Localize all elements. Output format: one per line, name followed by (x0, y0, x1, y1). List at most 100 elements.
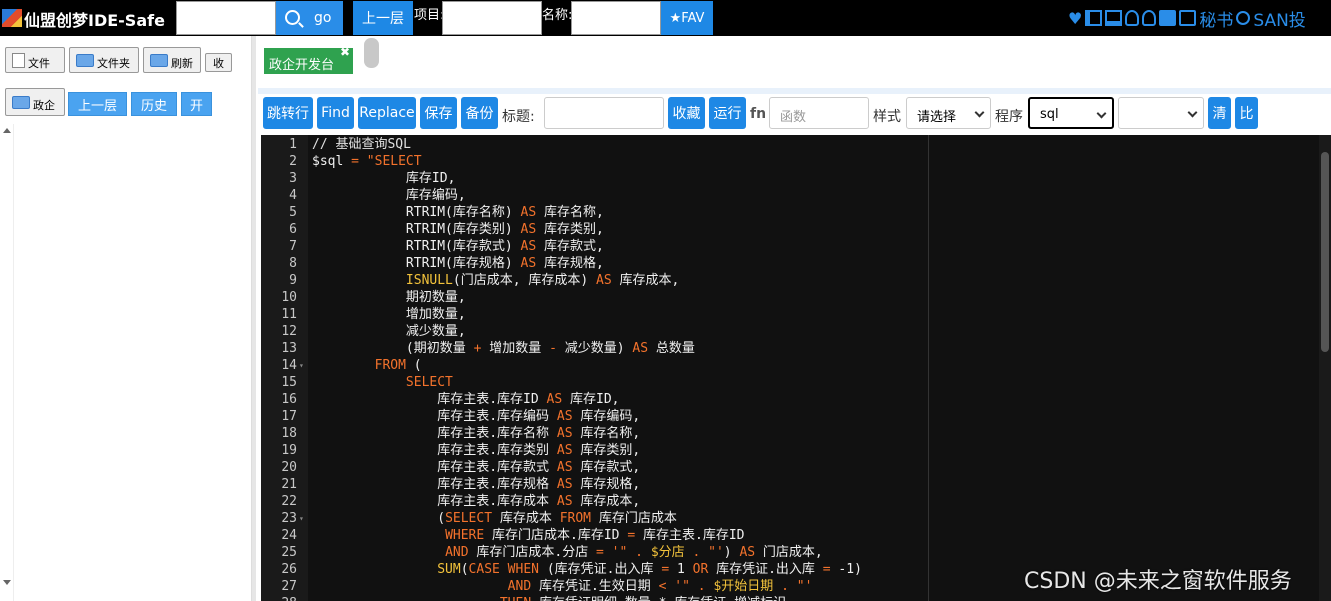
scroll-up-icon[interactable] (3, 128, 11, 133)
code-line[interactable]: 2 $sql = "SELECT (261, 153, 1319, 170)
code-line[interactable]: 17 库存主表.库存编码 AS 库存编码, (261, 408, 1319, 425)
san-link[interactable]: SAN投 (1253, 6, 1305, 31)
top-search-input[interactable] (176, 1, 276, 35)
user-alt-icon[interactable] (1142, 10, 1157, 26)
code-line[interactable]: 23 ▾ (SELECT 库存成本 FROM 库存门店成本 (261, 510, 1319, 527)
code-line[interactable]: 25 AND 库存门店成本.分店 = '" . $分店 . "') AS 门店成… (261, 544, 1319, 561)
sidebar-up-level-button[interactable]: 上一层 (68, 92, 127, 116)
function-input[interactable]: 函数 (769, 97, 869, 129)
find-button[interactable]: Find (317, 97, 354, 129)
code-line[interactable]: 6 RTRIM(库存类别) AS 库存类别, (261, 221, 1319, 238)
code-token: 门店成本, (755, 545, 823, 560)
code-line[interactable]: 1 // 基础查询SQL (261, 136, 1319, 153)
replace-button[interactable]: Replace (358, 97, 416, 129)
tab-scrollbar[interactable] (364, 38, 379, 68)
refresh-button[interactable]: 刷新 (143, 47, 201, 73)
code-text: AND 库存凭证.生效日期 < '" . $开始日期 . "' (307, 578, 813, 595)
top-up-level-button[interactable]: 上一层 (353, 1, 413, 35)
panel-splitter[interactable] (252, 36, 256, 601)
code-line[interactable]: 13 (期初数量 + 增加数量 - 减少数量) AS 总数量 (261, 340, 1319, 357)
folder-icon[interactable] (1159, 10, 1177, 26)
code-line[interactable]: 12 减少数量, (261, 323, 1319, 340)
code-line[interactable]: 5 RTRIM(库存名称) AS 库存名称, (261, 204, 1319, 221)
fav-button[interactable]: ★FAV (661, 1, 713, 35)
new-folder-button[interactable]: 文件夹 (69, 47, 139, 73)
code-token: 总数量 (648, 341, 695, 356)
history-button[interactable]: 历史 (131, 92, 177, 116)
jump-line-button[interactable]: 跳转行 (263, 97, 313, 129)
tab-close-icon[interactable]: ✖ (340, 45, 350, 59)
new-file-button[interactable]: 文件 (5, 47, 65, 73)
open-button[interactable]: 开 (181, 92, 212, 116)
line-number: 9 (289, 273, 297, 288)
code-token: RTRIM(库存规格) (312, 256, 521, 271)
code-token: ( (312, 511, 446, 526)
code-text: 增加数量, (307, 306, 466, 323)
code-content[interactable]: 1// 基础查询SQL 2 $sql = "SELECT 3 库存ID, 4 库存编码,… (261, 135, 1319, 601)
code-line[interactable]: 4 库存编码, (261, 187, 1319, 204)
name-label: 名称: (542, 8, 573, 23)
code-line[interactable]: 3 库存ID, (261, 170, 1319, 187)
layout-left-icon[interactable] (1085, 10, 1103, 26)
code-line[interactable]: 16 库存主表.库存ID AS 库存ID, (261, 391, 1319, 408)
chevron-down-icon (1096, 108, 1107, 119)
collapse-button[interactable]: 收 (205, 53, 232, 72)
title-input[interactable] (544, 97, 664, 129)
code-line[interactable]: 10 期初数量, (261, 289, 1319, 306)
code-line[interactable]: 19 库存主表.库存类别 AS 库存类别, (261, 442, 1319, 459)
code-text: 库存主表.库存编码 AS 库存编码, (307, 408, 640, 425)
scroll-down-icon[interactable] (3, 580, 11, 585)
refresh-label: 刷新 (171, 57, 193, 70)
save-button[interactable]: 保存 (420, 97, 457, 129)
code-line[interactable]: 9 ISNULL(门店成本, 库存成本) AS 库存成本, (261, 272, 1319, 289)
briefcase-icon[interactable] (1179, 10, 1197, 26)
code-token: AS (556, 426, 573, 441)
code-text: SELECT (307, 374, 453, 391)
secretary-link[interactable]: 秘书 (1199, 6, 1233, 31)
heart-icon[interactable]: ♥ (1068, 9, 1082, 28)
search-icon[interactable] (1236, 11, 1251, 25)
code-token: THEN (500, 596, 531, 601)
code-text: 期初数量, (307, 289, 466, 306)
code-text: SUM(CASE WHEN (库存凭证.出入库 = 1 OR 库存凭证.出入库 … (307, 561, 862, 578)
name-input[interactable] (571, 1, 661, 35)
file-icon (12, 52, 25, 68)
compare-button[interactable]: 比 (1235, 97, 1258, 129)
code-line[interactable]: 22 库存主表.库存成本 AS 库存成本, (261, 493, 1319, 510)
project-input[interactable] (442, 1, 542, 35)
layout-bottom-icon[interactable] (1105, 10, 1123, 26)
code-line[interactable]: 11 增加数量, (261, 306, 1319, 323)
fold-arrow-icon[interactable]: ▾ (297, 510, 307, 527)
top-search-button[interactable]: go (276, 1, 343, 35)
editor-scroll-thumb[interactable] (1321, 152, 1329, 352)
code-token: (库存凭证.出入库 (539, 562, 662, 577)
run-button[interactable]: 运行 (709, 97, 746, 129)
code-line[interactable]: 7 RTRIM(库存款式) AS 库存款式, (261, 238, 1319, 255)
favorite-button[interactable]: 收藏 (668, 97, 705, 129)
code-line[interactable]: 8 RTRIM(库存规格) AS 库存规格, (261, 255, 1319, 272)
user-icon[interactable] (1125, 10, 1140, 26)
code-line[interactable]: 14 ▾ FROM ( (261, 357, 1319, 374)
backup-button[interactable]: 备份 (461, 97, 498, 129)
line-number: 12 (281, 324, 297, 339)
line-number: 25 (281, 545, 297, 560)
sidebar-scrollbar[interactable] (0, 124, 14, 601)
code-line[interactable]: 24 WHERE 库存门店成本.库存ID = 库存主表.库存ID (261, 527, 1319, 544)
program-select[interactable]: sql (1028, 97, 1114, 129)
code-line[interactable]: 20 库存主表.库存款式 AS 库存款式, (261, 459, 1319, 476)
current-folder-button[interactable]: 政企 (5, 88, 65, 116)
clear-button[interactable]: 清 (1208, 97, 1231, 129)
code-line[interactable]: 21 库存主表.库存规格 AS 库存规格, (261, 476, 1319, 493)
fold-arrow-icon[interactable]: ▾ (297, 357, 307, 374)
style-select[interactable]: 请选择 (906, 97, 991, 129)
code-line[interactable]: 18 库存主表.库存名称 AS 库存名称, (261, 425, 1319, 442)
code-line[interactable]: 28 THEN 库存凭证明细.数量 * 库存凭证.增减标识 (261, 595, 1319, 601)
program-sub-select[interactable] (1118, 97, 1204, 129)
code-token: AS (556, 494, 573, 509)
code-line[interactable]: 15 SELECT (261, 374, 1319, 391)
line-number: 5 (289, 205, 297, 220)
